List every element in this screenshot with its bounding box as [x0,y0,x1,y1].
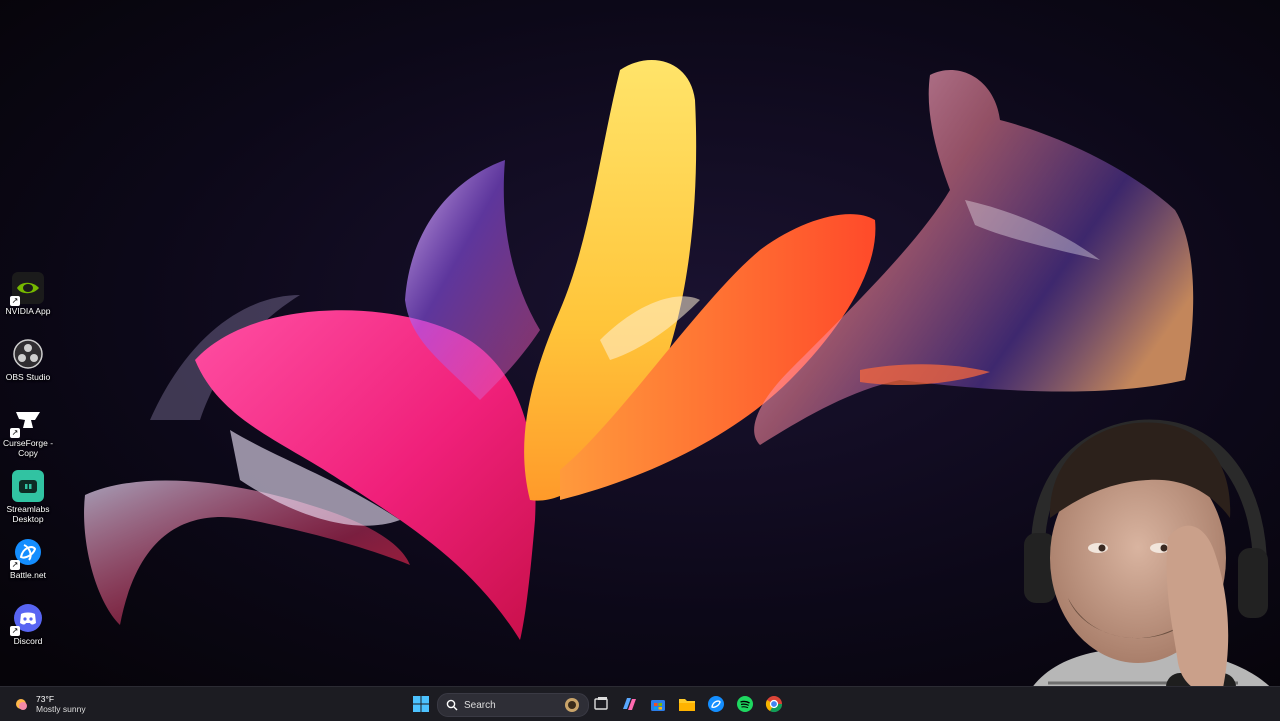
webcam-overlay [998,398,1280,720]
spotify-icon [737,696,753,712]
folder-icon [679,699,695,711]
desktop-icon-nvidia[interactable]: ↗ NVIDIA App [2,272,54,334]
desktop-icon-label: CurseForge - Copy [2,438,54,458]
shortcut-arrow-icon: ↗ [10,560,20,570]
desktop-icon-obs[interactable]: OBS Studio [2,338,54,400]
store-icon [651,700,665,711]
search-icon [446,699,458,711]
chrome-icon [765,696,783,713]
taskbar: 73°F Mostly sunny Search [0,686,1280,721]
taskbar-battlenet[interactable] [705,693,727,715]
desktop-icon-label: NVIDIA App [5,306,51,316]
desktop-icon-battlenet[interactable]: ↗ Battle.net [2,536,54,598]
discord-icon: ↗ [10,602,44,636]
start-button[interactable] [410,693,432,715]
shortcut-arrow-icon: ↗ [10,428,20,438]
webcam-person-image [1018,419,1280,720]
windows-logo-icon [413,696,429,712]
weather-sun-icon [16,699,27,710]
desktop-icon-streamlabs[interactable]: Streamlabs Desktop [2,470,54,532]
taskbar-store[interactable] [647,693,669,715]
taskbar-copilot[interactable] [618,693,640,715]
desktop-icon-discord[interactable]: ↗ Discord [2,602,54,664]
desktop-icon-label: OBS Studio [5,372,51,382]
desktop-icon-label: Streamlabs Desktop [6,504,50,524]
weather-widget[interactable]: 73°F Mostly sunny [12,692,86,716]
curseforge-icon: ↗ [10,404,44,438]
desktop-icon-curseforge[interactable]: ↗ CurseForge - Copy [2,404,54,466]
taskbar-spotify[interactable] [734,693,756,715]
battlenet-icon: ↗ [10,536,44,570]
search-highlight-icon [565,698,579,712]
search-label: Search [464,699,496,711]
desktop-icon-label: Battle.net [10,570,46,580]
taskbar-file-explorer[interactable] [676,693,698,715]
copilot-icon [623,698,636,710]
taskbar-task-view[interactable] [590,693,612,715]
obs-icon [12,338,44,370]
weather-temperature: 73°F [36,694,55,704]
taskbar-search-box[interactable]: Search [437,693,589,717]
desktop-icon-label: Discord [13,636,43,646]
nvidia-icon: ↗ [10,272,44,306]
weather-description: Mostly sunny [36,704,86,714]
shortcut-arrow-icon: ↗ [10,626,20,636]
shortcut-arrow-icon: ↗ [10,296,20,306]
taskbar-chrome[interactable] [763,693,785,715]
task-view-icon [594,697,608,710]
battlenet-icon [708,696,724,712]
streamlabs-icon [12,470,44,502]
